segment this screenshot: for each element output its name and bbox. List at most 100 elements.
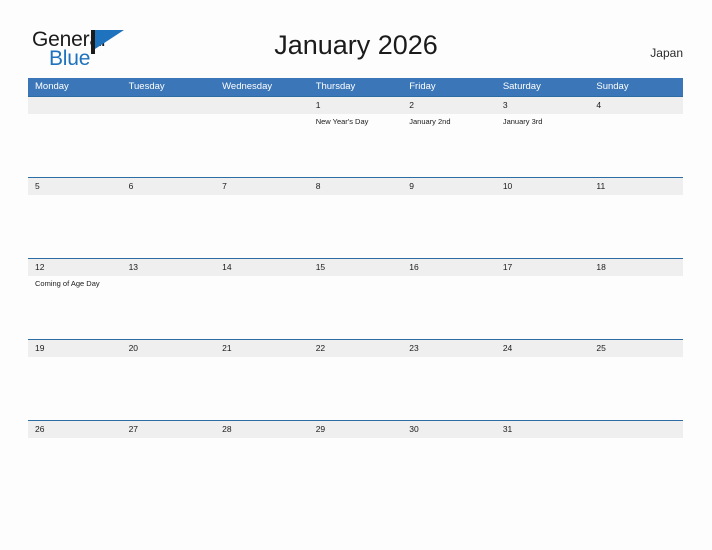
day-cell[interactable]: New Year's Day bbox=[309, 114, 403, 176]
week-event-area: Coming of Age Day bbox=[28, 276, 683, 338]
day-cell[interactable] bbox=[589, 357, 683, 419]
day-number[interactable]: 2 bbox=[402, 97, 496, 114]
weekday-header-friday: Friday bbox=[409, 81, 436, 92]
day-cell[interactable] bbox=[402, 357, 496, 419]
calendar-page: General Blue January 2026 Japan Monday T… bbox=[0, 0, 712, 550]
week-date-band: 5 6 7 8 9 10 11 bbox=[28, 178, 683, 195]
event-label: January 2nd bbox=[409, 117, 451, 126]
weekday-header-thursday: Thursday bbox=[315, 81, 356, 92]
day-cell[interactable]: January 2nd bbox=[402, 114, 496, 176]
day-number[interactable] bbox=[28, 97, 122, 114]
day-cell[interactable] bbox=[309, 357, 403, 419]
day-cell[interactable] bbox=[309, 195, 403, 257]
week-event-area bbox=[28, 195, 683, 257]
week-date-band: 19 20 21 22 23 24 25 bbox=[28, 340, 683, 357]
day-number[interactable]: 25 bbox=[589, 340, 683, 357]
day-number[interactable]: 15 bbox=[309, 259, 403, 276]
day-number[interactable]: 8 bbox=[309, 178, 403, 195]
day-number[interactable]: 1 bbox=[309, 97, 403, 114]
day-number[interactable]: 11 bbox=[589, 178, 683, 195]
day-cell[interactable] bbox=[28, 438, 122, 500]
day-number[interactable]: 23 bbox=[402, 340, 496, 357]
day-cell[interactable] bbox=[215, 195, 309, 257]
day-number[interactable] bbox=[215, 97, 309, 114]
day-number[interactable]: 26 bbox=[28, 421, 122, 438]
day-number[interactable]: 22 bbox=[309, 340, 403, 357]
day-cell[interactable] bbox=[215, 357, 309, 419]
week-event-area bbox=[28, 438, 683, 500]
week-date-band: 12 13 14 15 16 17 18 bbox=[28, 259, 683, 276]
weekday-header-wednesday: Wednesday bbox=[222, 81, 273, 92]
day-number[interactable]: 30 bbox=[402, 421, 496, 438]
day-number[interactable]: 24 bbox=[496, 340, 590, 357]
day-cell[interactable] bbox=[28, 357, 122, 419]
day-number[interactable] bbox=[122, 97, 216, 114]
day-cell[interactable] bbox=[589, 438, 683, 500]
day-cell[interactable] bbox=[589, 195, 683, 257]
day-cell[interactable] bbox=[309, 438, 403, 500]
event-label: January 3rd bbox=[502, 117, 543, 126]
day-number[interactable]: 6 bbox=[122, 178, 216, 195]
country-label: Japan bbox=[650, 46, 683, 60]
event-label: Coming of Age Day bbox=[35, 279, 100, 288]
weekday-header-row: Monday Tuesday Wednesday Thursday Friday… bbox=[28, 78, 683, 96]
day-cell[interactable] bbox=[496, 438, 590, 500]
day-cell[interactable] bbox=[589, 114, 683, 176]
day-cell[interactable]: January 3rd bbox=[496, 114, 590, 176]
day-cell[interactable] bbox=[122, 438, 216, 500]
day-cell[interactable] bbox=[215, 276, 309, 338]
day-number[interactable]: 12 bbox=[28, 259, 122, 276]
day-number[interactable]: 14 bbox=[215, 259, 309, 276]
calendar-grid: Monday Tuesday Wednesday Thursday Friday… bbox=[28, 78, 683, 501]
day-cell[interactable] bbox=[496, 195, 590, 257]
week-date-band: 1 2 3 4 bbox=[28, 97, 683, 114]
week-event-area bbox=[28, 357, 683, 419]
week-date-band: 26 27 28 29 30 31 bbox=[28, 421, 683, 438]
day-number[interactable]: 9 bbox=[402, 178, 496, 195]
day-cell[interactable] bbox=[122, 357, 216, 419]
weekday-header-tuesday: Tuesday bbox=[128, 81, 165, 92]
day-number[interactable]: 20 bbox=[122, 340, 216, 357]
day-number[interactable]: 17 bbox=[496, 259, 590, 276]
day-cell[interactable]: Coming of Age Day bbox=[28, 276, 122, 338]
day-number[interactable]: 3 bbox=[496, 97, 590, 114]
day-cell[interactable] bbox=[122, 114, 216, 176]
day-number[interactable]: 21 bbox=[215, 340, 309, 357]
day-cell[interactable] bbox=[496, 357, 590, 419]
week-row: 12 13 14 15 16 17 18 Coming of Age Day bbox=[28, 258, 683, 339]
day-number[interactable]: 5 bbox=[28, 178, 122, 195]
weekday-header-saturday: Saturday bbox=[502, 81, 541, 92]
day-cell[interactable] bbox=[402, 195, 496, 257]
day-cell[interactable] bbox=[215, 438, 309, 500]
day-cell[interactable] bbox=[122, 195, 216, 257]
day-cell[interactable] bbox=[402, 438, 496, 500]
day-cell[interactable] bbox=[496, 276, 590, 338]
day-number[interactable]: 29 bbox=[309, 421, 403, 438]
day-cell[interactable] bbox=[28, 195, 122, 257]
day-cell[interactable] bbox=[589, 276, 683, 338]
day-cell[interactable] bbox=[122, 276, 216, 338]
day-number[interactable]: 13 bbox=[122, 259, 216, 276]
day-cell[interactable] bbox=[402, 276, 496, 338]
page-header: General Blue January 2026 Japan bbox=[0, 0, 712, 78]
day-cell[interactable] bbox=[28, 114, 122, 176]
week-row: 26 27 28 29 30 31 bbox=[28, 420, 683, 501]
day-number[interactable] bbox=[589, 421, 683, 438]
day-number[interactable]: 10 bbox=[496, 178, 590, 195]
day-number[interactable]: 27 bbox=[122, 421, 216, 438]
day-number[interactable]: 18 bbox=[589, 259, 683, 276]
day-cell[interactable] bbox=[309, 276, 403, 338]
page-title: January 2026 bbox=[274, 30, 438, 60]
day-cell[interactable] bbox=[215, 114, 309, 176]
event-label: New Year's Day bbox=[315, 117, 369, 126]
day-number[interactable]: 19 bbox=[28, 340, 122, 357]
week-event-area: New Year's Day January 2nd January 3rd bbox=[28, 114, 683, 176]
day-number[interactable]: 4 bbox=[589, 97, 683, 114]
weekday-header-sunday: Sunday bbox=[596, 81, 629, 92]
day-number[interactable]: 16 bbox=[402, 259, 496, 276]
day-number[interactable]: 7 bbox=[215, 178, 309, 195]
weekday-header-monday: Monday bbox=[35, 81, 69, 92]
day-number[interactable]: 28 bbox=[215, 421, 309, 438]
week-row: 19 20 21 22 23 24 25 bbox=[28, 339, 683, 420]
day-number[interactable]: 31 bbox=[496, 421, 590, 438]
